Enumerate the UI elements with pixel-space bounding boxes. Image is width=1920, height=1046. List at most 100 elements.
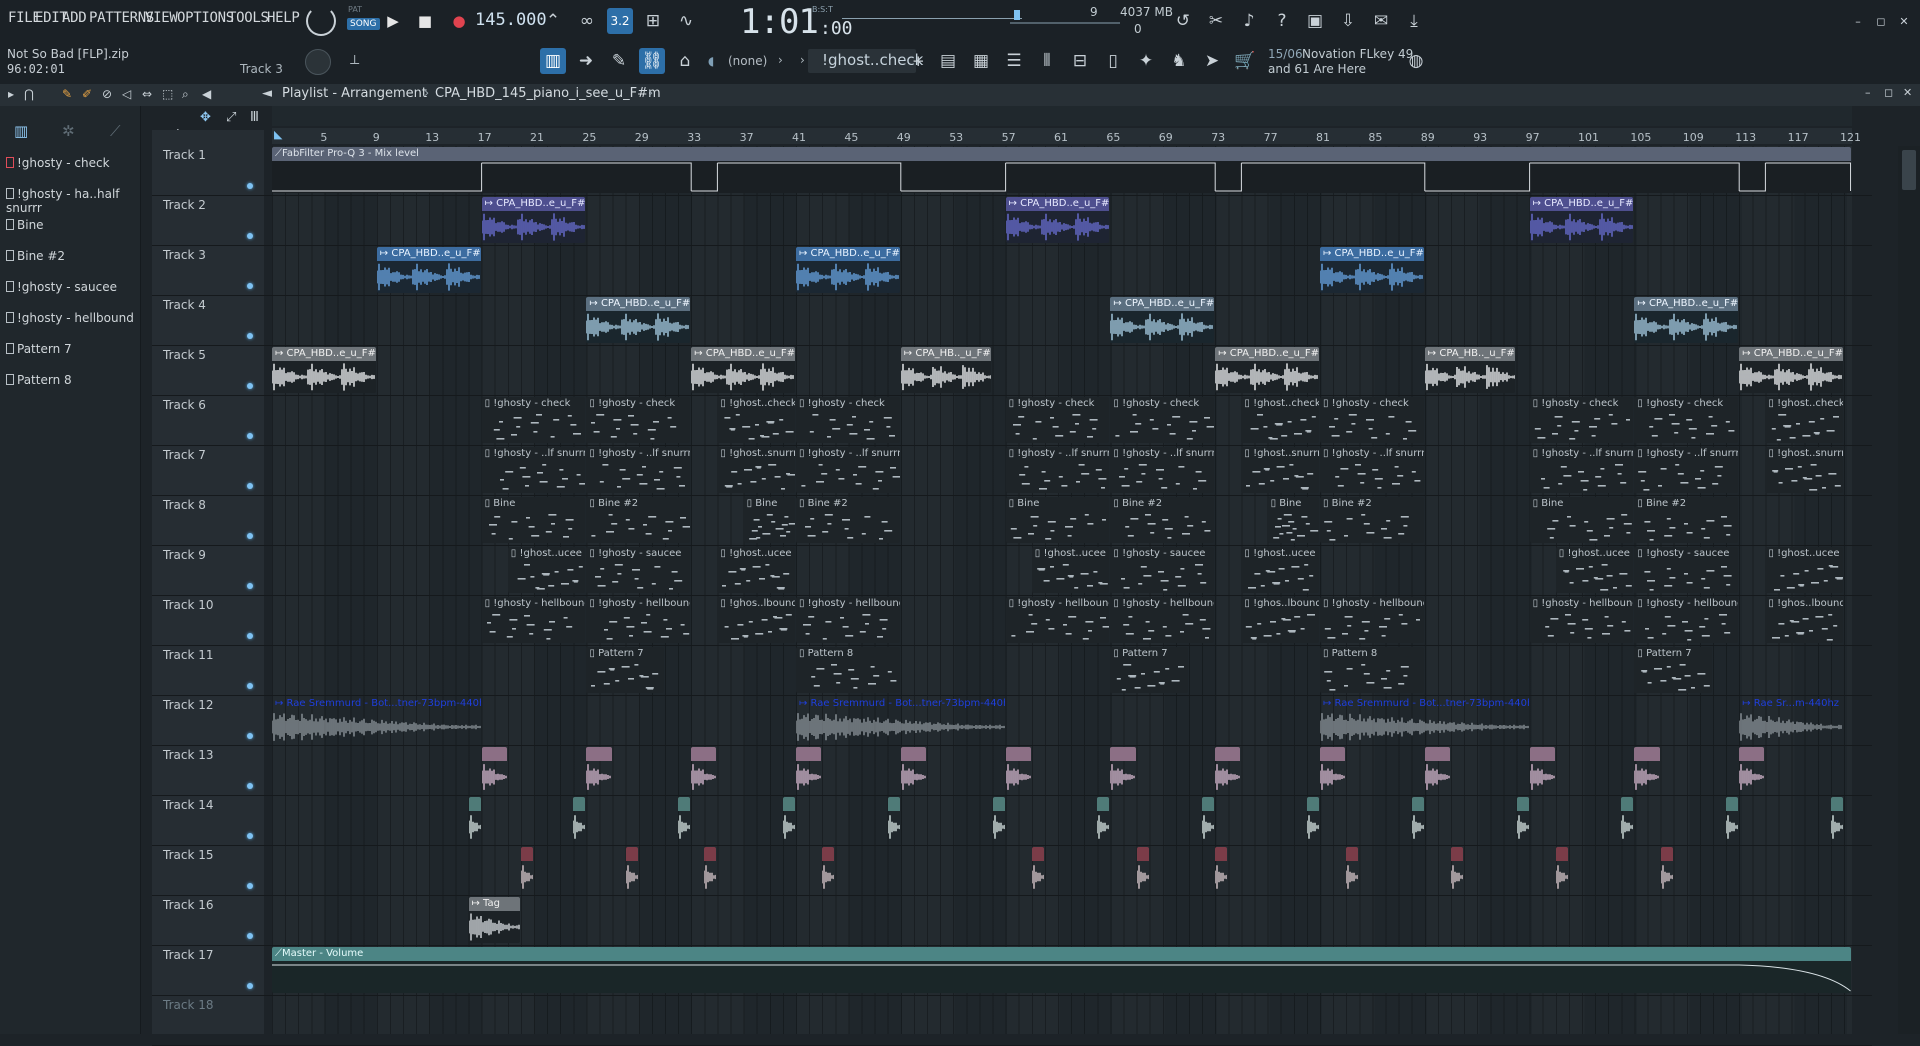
- track-mute-led[interactable]: [247, 983, 253, 989]
- audio-clip[interactable]: ↦ CPA_HBD..e_u_F#m: [1634, 297, 1739, 343]
- pattern-clip[interactable]: ▯ !ghosty - check: [1110, 397, 1215, 443]
- audio-clip[interactable]: ↦ CPA_HB.._u_F#m: [1424, 347, 1516, 393]
- track-mute-led[interactable]: [247, 783, 253, 789]
- pattern-clip[interactable]: ▯ !ghosty - ..lf snurrr: [1634, 447, 1739, 493]
- pattern-clip[interactable]: ▯ Bine #2: [1110, 497, 1215, 543]
- pattern-clip[interactable]: ▯ !ghosty - hellbound: [1634, 597, 1739, 643]
- pattern-clip[interactable]: ▯ !ghost..ucee: [717, 547, 795, 593]
- pattern-clip[interactable]: ▯ Bine: [1005, 497, 1110, 543]
- track-mute-led[interactable]: [247, 183, 253, 189]
- track-label[interactable]: Track 13: [163, 748, 213, 762]
- pattern-clip[interactable]: ▯ !ghosty - hellbound: [1320, 597, 1424, 643]
- pattern-clip[interactable]: ▯ !ghost..ucee: [507, 547, 586, 593]
- audio-clip[interactable]: ↦ Rae Sr...m-440hz (1): [1739, 697, 1843, 743]
- stamp-icon[interactable]: ⌂: [672, 48, 698, 74]
- pattern-clip[interactable]: ▯ !ghost..check: [1765, 397, 1843, 443]
- track-label[interactable]: Track 12: [163, 698, 213, 712]
- audio-clip[interactable]: [1739, 747, 1765, 793]
- speaker-icon[interactable]: ◄: [262, 86, 272, 101]
- track-label[interactable]: Track 10: [163, 598, 213, 612]
- track-label[interactable]: Track 11: [163, 648, 213, 662]
- mixer-icon[interactable]: ⫴: [1034, 48, 1060, 74]
- audio-clip[interactable]: ↦ CPA_HBD..e_u_F#m: [1215, 347, 1319, 393]
- vertical-scrollbar-thumb[interactable]: [1902, 150, 1916, 190]
- help-icon[interactable]: ?: [1269, 8, 1295, 34]
- channel-selector[interactable]: (none): [728, 54, 767, 68]
- audio-clip[interactable]: ↦ CPA_HBD..e_u_F#m: [1529, 197, 1634, 243]
- pattern-clip[interactable]: ▯ Bine #2: [796, 497, 900, 543]
- audio-clip[interactable]: [1215, 747, 1241, 793]
- audio-clip[interactable]: ↦ Rae Sremmurd - Bot...tner-73bpm-440hz …: [1320, 697, 1529, 743]
- track-label[interactable]: Track 16: [163, 898, 213, 912]
- render-icon[interactable]: ⇩: [1335, 8, 1361, 34]
- pattern-clip[interactable]: ▯ !ghosty - hellbound: [1005, 597, 1110, 643]
- audio-clip[interactable]: ↦ Rae Sremmurd - Bot...tner-73bpm-440hz …: [272, 697, 481, 743]
- audio-clip[interactable]: ↦ CPA_HB.._u_F#m: [900, 347, 992, 393]
- audio-clip[interactable]: [481, 747, 507, 793]
- menu-tools[interactable]: TOOLS: [228, 10, 269, 26]
- cart-icon[interactable]: 🛒: [1232, 48, 1258, 74]
- audio-clip[interactable]: [1031, 847, 1044, 893]
- audio-clip[interactable]: [625, 847, 638, 893]
- close-icon[interactable]: ✕: [1891, 8, 1917, 34]
- playlist-overview-scrollbar[interactable]: [272, 106, 1852, 126]
- pattern-clip[interactable]: ▯ Bine #2: [586, 497, 691, 543]
- track-mute-led[interactable]: [247, 483, 253, 489]
- audio-clip[interactable]: [1110, 747, 1136, 793]
- menu-help[interactable]: HELP: [267, 10, 300, 26]
- wait-input-icon[interactable]: ∞: [574, 8, 600, 34]
- link-icon[interactable]: ⛓: [639, 48, 665, 74]
- pattern-clip[interactable]: ▯ !ghosty - check: [1320, 397, 1424, 443]
- track-mute-led[interactable]: [247, 933, 253, 939]
- picker-audio-icon[interactable]: ✲: [62, 122, 75, 140]
- vertical-scrollbar[interactable]: [1898, 146, 1920, 1034]
- playlist-view-icon[interactable]: ▥: [540, 48, 566, 74]
- pattern-clip[interactable]: ▯ Bine: [481, 497, 586, 543]
- audio-clip[interactable]: [1529, 747, 1555, 793]
- picker-patterns-icon[interactable]: ▥: [14, 122, 28, 140]
- audio-clip[interactable]: [468, 797, 481, 843]
- audio-clip[interactable]: [586, 747, 612, 793]
- audio-clip[interactable]: [1097, 797, 1110, 843]
- picker-item-pattern-7[interactable]: Pattern 7: [6, 342, 138, 370]
- play-button[interactable]: ▶: [380, 9, 406, 33]
- pattern-clip[interactable]: ▯ !ghosty - check: [796, 397, 900, 443]
- pattern-clip[interactable]: ▯ !ghosty - hellbound: [796, 597, 900, 643]
- track-label[interactable]: Track 15: [163, 848, 213, 862]
- track-label[interactable]: Track 3: [163, 248, 206, 262]
- globe-icon[interactable]: ◍: [1403, 48, 1429, 74]
- zoom-icon[interactable]: ⌕: [182, 87, 189, 102]
- channel-rack-icon[interactable]: ☰: [1001, 48, 1027, 74]
- audio-clip[interactable]: [1726, 797, 1739, 843]
- playlist-maximize-icon[interactable]: ◻: [1884, 86, 1893, 99]
- pattern-clip[interactable]: ▯ !ghost..snurrr: [1241, 447, 1319, 493]
- pattern-selector-label[interactable]: !ghost..check: [822, 51, 923, 69]
- pattern-clip[interactable]: ▯ !ghosty - check: [481, 397, 586, 443]
- audio-clip[interactable]: [992, 797, 1005, 843]
- track-mute-led[interactable]: [247, 433, 253, 439]
- pattern-clip[interactable]: ▯ !ghosty - ..lf snurrr: [1529, 447, 1634, 493]
- play-arrow-icon[interactable]: ▸: [8, 87, 14, 101]
- audio-clip[interactable]: ↦ CPA_HBD..e_u_F#m: [272, 347, 376, 393]
- playlist-icon[interactable]: ▤: [935, 48, 961, 74]
- track-label[interactable]: Track 7: [163, 448, 206, 462]
- pattern-clip[interactable]: ▯ !ghost..snurrr: [717, 447, 795, 493]
- move-icon[interactable]: ✥: [200, 110, 211, 125]
- picker-item-ghosty-snurrr[interactable]: !ghosty - ha..half snurrr: [6, 187, 138, 215]
- track-mute-led[interactable]: [247, 333, 253, 339]
- pattern-clip[interactable]: ▯ Bine: [1267, 497, 1319, 543]
- pattern-clip[interactable]: ▯ !ghosty - ..lf snurrr: [586, 447, 691, 493]
- audio-clip[interactable]: [1136, 847, 1149, 893]
- master-pitch-handle[interactable]: [1014, 10, 1020, 20]
- track-label[interactable]: Track 5: [163, 348, 206, 362]
- channel-knob[interactable]: [305, 49, 331, 75]
- save-icon[interactable]: ▣: [1302, 8, 1328, 34]
- draw-icon[interactable]: ✎: [62, 87, 72, 101]
- audio-clip[interactable]: [1215, 847, 1228, 893]
- select-icon[interactable]: ⬚: [162, 87, 173, 101]
- plugin-picker-icon[interactable]: ▯: [1100, 48, 1126, 74]
- piano-icon[interactable]: Ⅲ: [250, 110, 259, 125]
- track-label[interactable]: Track 4: [163, 298, 206, 312]
- master-volume-knob[interactable]: [306, 6, 336, 36]
- audio-clip[interactable]: ↦ CPA_HBD..e_u_F#m: [1739, 347, 1843, 393]
